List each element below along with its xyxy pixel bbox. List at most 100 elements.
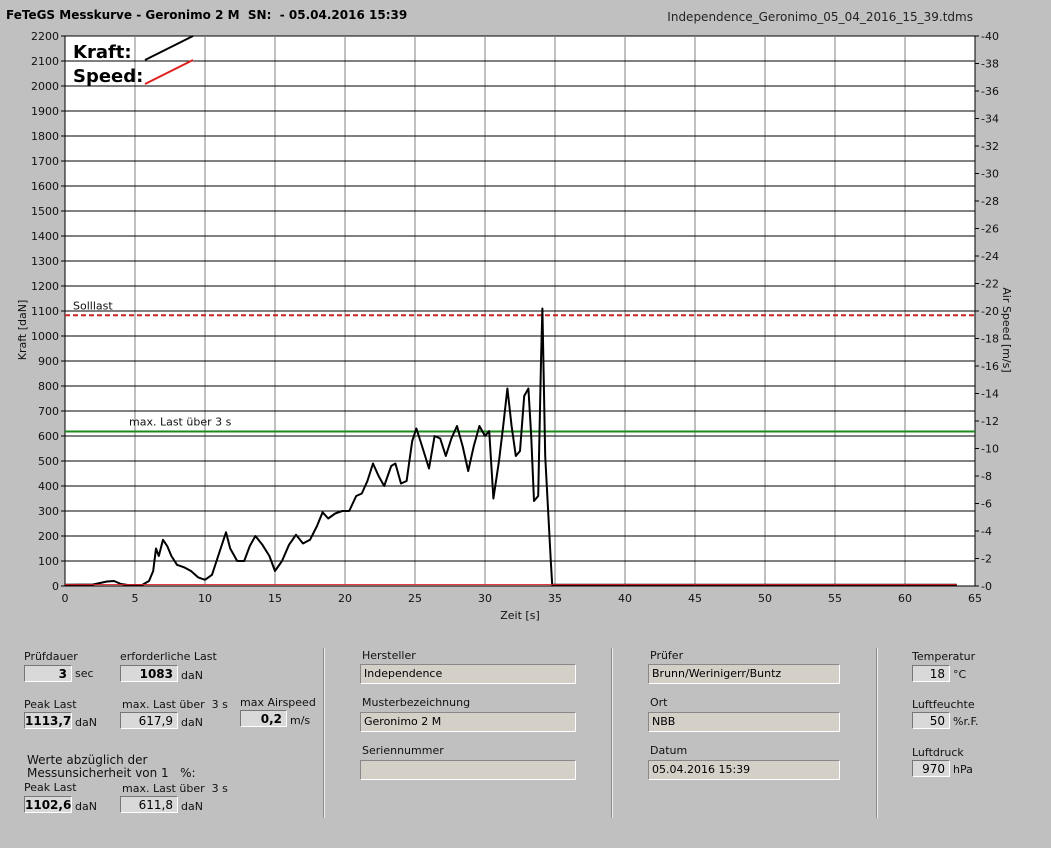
peak-last-corr-value: 1102,6 [24, 796, 72, 813]
peak-last-label: Peak Last [24, 698, 77, 711]
panel-divider-2 [611, 648, 613, 818]
x-tick-label: 20 [338, 592, 352, 605]
x-tick-label: 10 [198, 592, 212, 605]
y-right-tick-label: -4 [981, 525, 992, 538]
y-right-tick-label: -2 [981, 553, 992, 566]
pruefdauer-label: Prüfdauer [24, 650, 78, 663]
y-left-tick-label: 2000 [31, 80, 59, 93]
hersteller-field[interactable]: Independence [360, 664, 576, 684]
x-tick-labels: 0 5 10 15 20 25 30 35 40 45 50 55 60 65 [62, 592, 983, 605]
luftfeuchte-unit: %r.F. [953, 715, 979, 728]
panel-divider-1 [323, 648, 325, 818]
y-right-tick-label: -32 [981, 140, 999, 153]
musterbezeichnung-label: Musterbezeichnung [362, 696, 471, 709]
pruefer-field[interactable]: Brunn/Werinigerr/Buntz [648, 664, 840, 684]
y-left-tick-label: 1300 [31, 255, 59, 268]
y-right-tick-label: -8 [981, 470, 992, 483]
pruefdauer-value: 3 [24, 665, 72, 682]
x-tick-label: 55 [828, 592, 842, 605]
y-left-tick-label: 900 [38, 355, 59, 368]
max-airspeed-label: max Airspeed [240, 696, 316, 709]
x-tick-label: 15 [268, 592, 282, 605]
y-left-tick-label: 100 [38, 555, 59, 568]
erforderliche-last-value: 1083 [120, 665, 178, 682]
temperatur-value: 18 [912, 665, 950, 682]
peak-last-corr-unit: daN [75, 800, 97, 813]
y-left-tick-label: 1800 [31, 130, 59, 143]
x-tick-label: 0 [62, 592, 69, 605]
y-right-tick-label: -24 [981, 250, 999, 263]
y-right-tick-label: -12 [981, 415, 999, 428]
uncertainty-note: Werte abzüglich der Messunsicherheit von… [27, 753, 196, 780]
x-tick-label: 30 [478, 592, 492, 605]
y-left-tick-label: 400 [38, 480, 59, 493]
datum-field[interactable]: 05.04.2016 15:39 [648, 760, 840, 780]
seriennummer-label: Seriennummer [362, 744, 444, 757]
legend-kraft-label: Kraft: [73, 42, 132, 63]
y-right-tick-label: -36 [981, 85, 999, 98]
y-left-tick-label: 1500 [31, 205, 59, 218]
peak-last-unit: daN [75, 716, 97, 729]
peak-last-corr-label: Peak Last [24, 781, 77, 794]
y-left-tick-label: 1700 [31, 155, 59, 168]
x-tick-label: 35 [548, 592, 562, 605]
y-left-tick-label: 300 [38, 505, 59, 518]
x-tick-label: 45 [688, 592, 702, 605]
max-last-3s-corr-unit: daN [181, 800, 203, 813]
y-left-tick-label: 1000 [31, 330, 59, 343]
hersteller-label: Hersteller [362, 649, 416, 662]
datum-label: Datum [650, 744, 688, 757]
y-right-tick-label: -6 [981, 498, 992, 511]
y-left-tick-label: 1200 [31, 280, 59, 293]
x-tick-label: 60 [898, 592, 912, 605]
musterbezeichnung-field[interactable]: Geronimo 2 M [360, 712, 576, 732]
y-right-tick-label: -18 [981, 333, 999, 346]
y-left-tick-label: 800 [38, 380, 59, 393]
y-left-tick-label: 0 [52, 580, 59, 593]
peak-last-value: 1113,7 [24, 712, 72, 729]
y-right-tick-label: -22 [981, 278, 999, 291]
luftdruck-label: Luftdruck [912, 746, 964, 759]
erforderliche-last-unit: daN [181, 669, 203, 682]
pruefer-label: Prüfer [650, 649, 684, 662]
y-left-tick-label: 1600 [31, 180, 59, 193]
panel-divider-3 [876, 648, 878, 818]
luftdruck-unit: hPa [953, 763, 973, 776]
legend-speed-label: Speed: [73, 66, 143, 87]
y-left-tick-label: 1900 [31, 105, 59, 118]
y-right-tick-label: -14 [981, 388, 999, 401]
y-right-tick-label: -20 [981, 305, 999, 318]
y-left-tick-label: 200 [38, 530, 59, 543]
temperatur-unit: °C [953, 668, 967, 681]
luftfeuchte-label: Luftfeuchte [912, 698, 975, 711]
max-last-3s-corr-value: 611,8 [120, 796, 178, 813]
y-left-tick-label: 1400 [31, 230, 59, 243]
reference-line-label: Solllast [73, 299, 113, 312]
x-tick-label: 50 [758, 592, 772, 605]
ort-field[interactable]: NBB [648, 712, 840, 732]
y-left-tick-labels: 0 100 200 300 400 500 600 700 800 900 1000 1100 1200… [31, 30, 65, 593]
x-tick-label: 40 [618, 592, 632, 605]
seriennummer-field[interactable] [360, 760, 576, 780]
reference-line-label: max. Last über 3 s [129, 416, 232, 429]
luftdruck-value: 970 [912, 760, 950, 777]
temperatur-label: Temperatur [912, 650, 976, 663]
max-last-3s-label: max. Last über 3 s [122, 698, 228, 711]
y-right-tick-label: -10 [981, 443, 999, 456]
luftfeuchte-value: 50 [912, 712, 950, 729]
y-right-tick-label: -30 [981, 168, 999, 181]
max-last-3s-unit: daN [181, 716, 203, 729]
y-left-tick-label: 500 [38, 455, 59, 468]
ort-label: Ort [650, 696, 668, 709]
pruefdauer-unit: sec [75, 667, 94, 680]
erforderliche-last-label: erforderliche Last [120, 650, 217, 663]
y-right-tick-label: -0 [981, 580, 992, 593]
y-left-tick-label: 1100 [31, 305, 59, 318]
max-airspeed-unit: m/s [290, 714, 311, 727]
x-tick-label: 5 [132, 592, 139, 605]
y-right-axis-label: Air Speed [m/s] [1000, 287, 1013, 372]
y-right-tick-labels: -0 -2 -4 -6 -8 -10 -12 -14 -16 -18 -20 -22 -24 -26 -28… [975, 30, 999, 593]
x-tick-label: 25 [408, 592, 422, 605]
x-tick-label: 65 [968, 592, 982, 605]
y-right-tick-label: -38 [981, 58, 999, 71]
